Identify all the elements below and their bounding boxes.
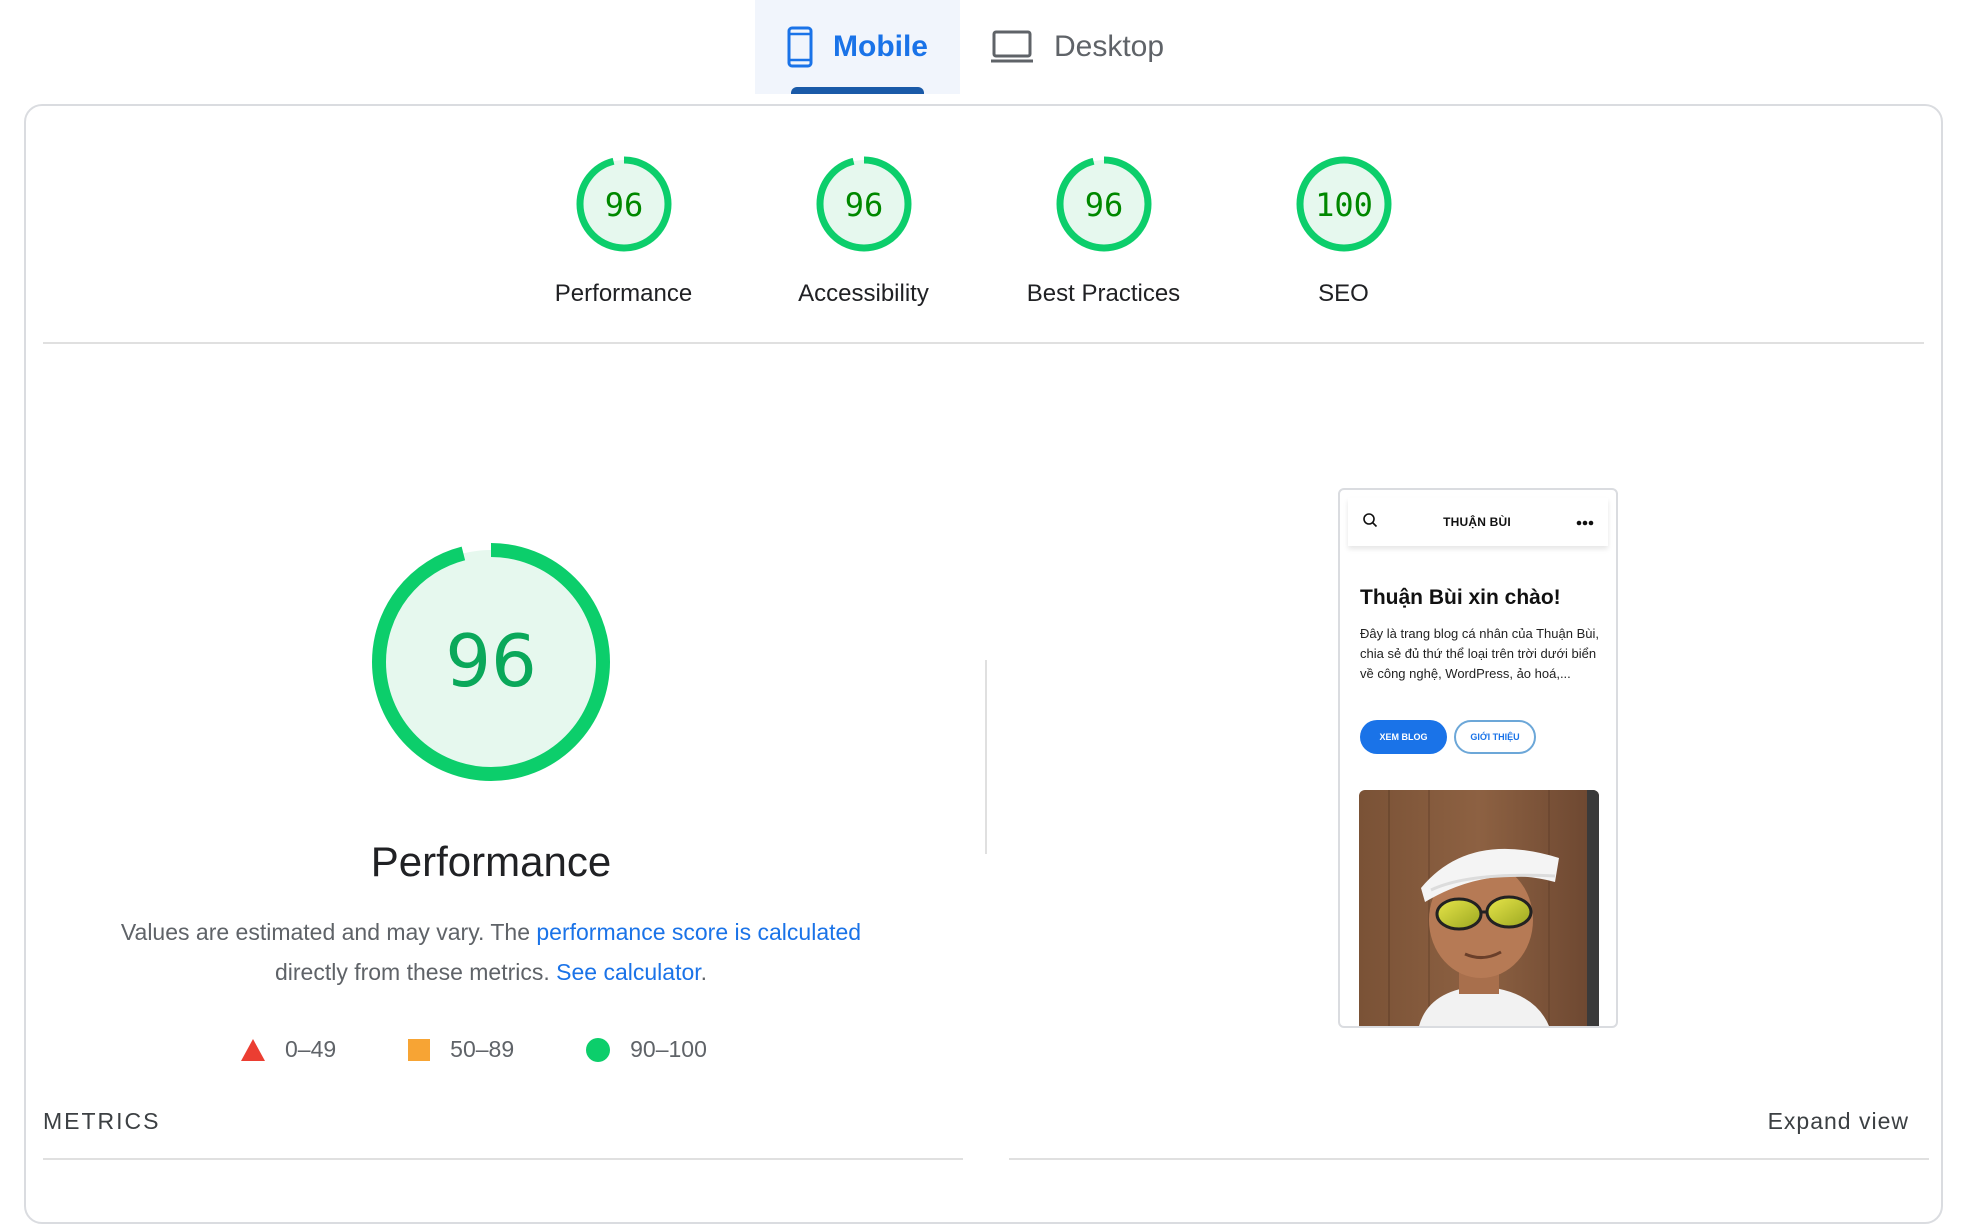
score-gauge: 100: [1296, 156, 1391, 252]
metrics-heading: METRICS: [43, 1108, 161, 1134]
profile-photo: [1359, 790, 1599, 1026]
tab-mobile-label: Mobile: [833, 30, 928, 63]
performance-score: 96: [445, 619, 537, 703]
legend-pass: 90–100: [586, 1036, 707, 1063]
see-calculator-link[interactable]: See calculator: [556, 959, 700, 985]
legend-pass-label: 90–100: [630, 1036, 707, 1062]
more-icon: [1576, 513, 1594, 531]
legend-average: 50–89: [408, 1036, 514, 1063]
gauge-label: Performance: [554, 280, 693, 307]
report-card: 96 Performance 96 Accessibility 96 Best …: [24, 104, 1943, 1224]
score-gauge: 96: [576, 156, 671, 252]
vertical-divider: [985, 660, 987, 854]
performance-score-link[interactable]: performance score is calculated: [536, 919, 861, 945]
laptop-icon: [990, 29, 1034, 65]
preview-text: Đây là trang blog cá nhân của Thuận Bùi,…: [1360, 626, 1599, 681]
gauge-score: 96: [1084, 186, 1123, 224]
legend-average-label: 50–89: [450, 1036, 515, 1062]
performance-big-gauge: 96: [372, 543, 610, 781]
preview-site-name: THUẬN BÙI: [1443, 515, 1511, 529]
gauge-seo[interactable]: 100 SEO: [1224, 154, 1464, 308]
preview-header: THUẬN BÙI: [1348, 498, 1608, 546]
performance-description: Values are estimated and may vary. The p…: [26, 912, 956, 992]
legend-fail: 0–49: [241, 1036, 336, 1063]
active-tab-indicator: [791, 87, 924, 94]
gauge-label: Best Practices: [1026, 280, 1181, 307]
divider: [43, 342, 1924, 344]
device-tabs: Mobile Desktop: [755, 0, 1196, 94]
desc-mid: directly from these metrics.: [274, 959, 557, 985]
square-icon: [408, 1038, 431, 1061]
performance-title: Performance: [370, 838, 612, 885]
score-gauge: 96: [1056, 156, 1151, 252]
preview-primary-button: XEM BLOG: [1360, 720, 1447, 754]
desc-prefix: Values are estimated and may vary. The: [120, 919, 537, 945]
score-legend: 0–49 50–89 90–100: [241, 1036, 707, 1063]
circle-icon: [586, 1037, 611, 1062]
legend-fail-label: 0–49: [285, 1036, 337, 1062]
phone-icon: [787, 26, 813, 68]
search-icon: [1362, 512, 1378, 533]
tab-mobile[interactable]: Mobile: [755, 0, 960, 94]
score-gauge: 96: [816, 156, 911, 252]
category-gauges: 96 Performance 96 Accessibility 96 Best …: [26, 154, 1941, 308]
divider: [1009, 1158, 1929, 1160]
tab-desktop-label: Desktop: [1054, 30, 1165, 63]
page-screenshot: THUẬN BÙI Thuận Bùi xin chào! Đây là tra…: [1338, 488, 1618, 1028]
expand-view-button[interactable]: Expand view: [1768, 1108, 1909, 1135]
gauge-score: 100: [1315, 186, 1373, 224]
tab-desktop[interactable]: Desktop: [960, 0, 1196, 94]
gauge-label: SEO: [1318, 280, 1369, 307]
gauge-score: 96: [604, 186, 643, 224]
preview-secondary-button: GIỚI THIỆU: [1454, 720, 1536, 754]
divider: [43, 1158, 963, 1160]
gauge-score: 96: [844, 186, 883, 224]
gauge-label: Accessibility: [798, 280, 929, 307]
gauge-performance[interactable]: 96 Performance: [504, 154, 744, 308]
desc-suffix: .: [700, 959, 708, 985]
triangle-icon: [241, 1038, 265, 1061]
preview-heading: Thuận Bùi xin chào!: [1360, 586, 1561, 609]
gauge-accessibility[interactable]: 96 Accessibility: [744, 154, 984, 308]
gauge-best-practices[interactable]: 96 Best Practices: [984, 154, 1224, 308]
